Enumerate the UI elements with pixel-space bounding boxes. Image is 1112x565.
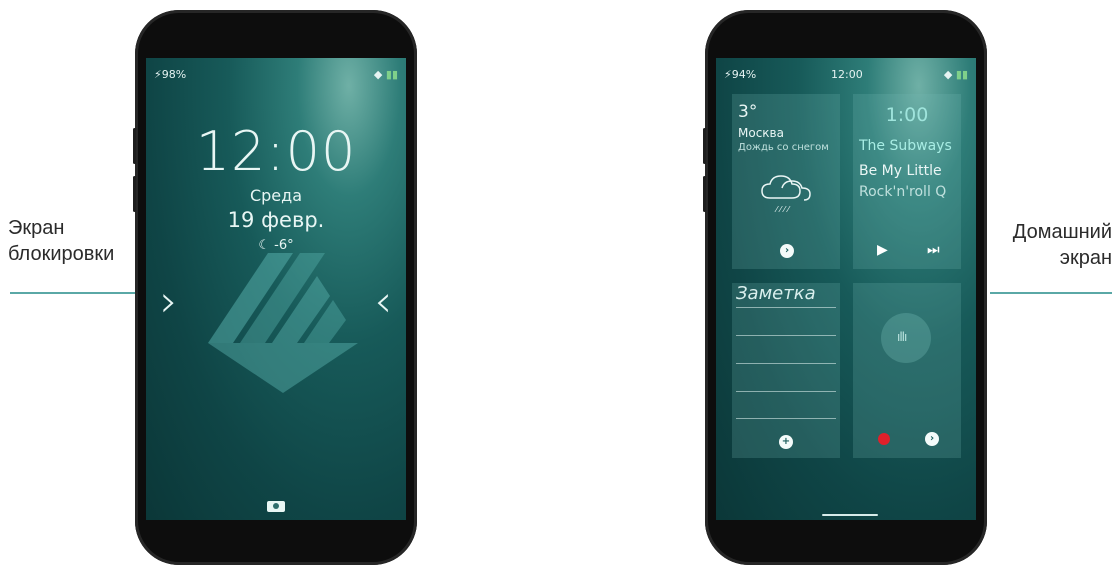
wifi-icon: ◆ (373, 68, 383, 81)
sim-icon: ▮▮ (955, 68, 968, 81)
play-icon[interactable]: ▶ (877, 242, 888, 258)
weather-tile[interactable]: 3° Москва Дождь со снегом ⁄ ⁄ ⁄ ⁄ › (732, 94, 840, 269)
voice-recorder-tile[interactable]: ıllı › (853, 283, 961, 458)
caption-line1: Экран (8, 217, 65, 239)
weather-temp: 3° (738, 102, 758, 122)
weather-city: Москва (738, 126, 784, 140)
note-line (736, 391, 836, 392)
caption-line2: блокировки (8, 243, 115, 265)
caption-line1: Домашний (1012, 221, 1112, 243)
lock-screen[interactable]: ⚡98% ◆ ▮▮ 12:00 Среда 19 февр. ☾ -6° › ‹ (146, 58, 406, 520)
camera-icon[interactable] (267, 501, 285, 512)
homescreen-caption: Домашний экран (1000, 219, 1112, 271)
note-line (736, 418, 836, 419)
chevron-left-icon[interactable]: ‹ (374, 276, 392, 327)
power-button (133, 176, 136, 212)
moon-icon: ☾ (258, 238, 271, 253)
waveform-icon: ıllı (881, 313, 931, 363)
battery-percent: 94% (731, 68, 757, 81)
note-title: Заметка (736, 283, 816, 304)
svg-text:⁄ ⁄ ⁄ ⁄: ⁄ ⁄ ⁄ ⁄ (774, 205, 791, 214)
battery-percent: 98% (161, 68, 187, 81)
volume-button (133, 128, 136, 164)
caption-divider (990, 292, 1112, 294)
note-line (736, 363, 836, 364)
record-button[interactable] (878, 433, 890, 445)
add-note-button[interactable]: + (779, 435, 793, 449)
music-title-2: Rock'n'roll Q (859, 184, 947, 200)
status-battery: ⚡94% (724, 68, 756, 81)
status-time: 12:00 (831, 68, 863, 81)
lock-clock: 12:00 (195, 120, 357, 183)
lock-date: 19 февр. (227, 208, 325, 232)
status-battery: ⚡98% (154, 68, 186, 81)
music-time: 1:00 (885, 104, 929, 126)
music-player-tile[interactable]: 1:00 The Subways Be My Little Rock'n'rol… (853, 94, 961, 269)
power-button (703, 176, 706, 212)
lock-temperature: -6° (274, 238, 294, 253)
sim-icon: ▮▮ (385, 68, 398, 81)
note-tile[interactable]: Заметка + (732, 283, 840, 458)
battery-charging-icon: ⚡ (154, 68, 162, 81)
lock-weekday: Среда (249, 186, 303, 205)
skip-next-icon[interactable]: ⏭ (927, 242, 940, 258)
weather-description: Дождь со снегом (738, 142, 829, 153)
cloud-snow-icon: ⁄ ⁄ ⁄ ⁄ (761, 175, 811, 214)
caption-divider (10, 292, 138, 294)
caption-line2: экран (1059, 247, 1112, 269)
phone-homescreen: ⚡94% 12:00 ◆ ▮▮ 3° Москва Дождь со снего… (703, 10, 987, 565)
status-icons: ◆ ▮▮ (944, 68, 968, 81)
status-icons: ◆ ▮▮ (374, 68, 398, 81)
chevron-right-icon[interactable]: › (160, 276, 178, 327)
battery-charging-icon: ⚡ (724, 68, 732, 81)
weather-open-button[interactable]: › (780, 244, 794, 258)
phone-lockscreen: ⚡98% ◆ ▮▮ 12:00 Среда 19 февр. ☾ -6° › ‹ (133, 10, 417, 565)
logo-emblem-icon (208, 253, 358, 393)
home-indicator[interactable] (822, 514, 878, 516)
note-line (736, 307, 836, 308)
note-line (736, 335, 836, 336)
music-artist: The Subways (859, 138, 952, 154)
music-title-1: Be My Little (859, 163, 942, 179)
lockscreen-caption: Экран блокировки (8, 215, 114, 267)
wifi-icon: ◆ (943, 68, 953, 81)
home-screen: ⚡94% 12:00 ◆ ▮▮ 3° Москва Дождь со снего… (716, 58, 976, 520)
volume-button (703, 128, 706, 164)
lock-weather: ☾ -6° (146, 238, 406, 253)
recorder-open-button[interactable]: › (925, 432, 939, 446)
